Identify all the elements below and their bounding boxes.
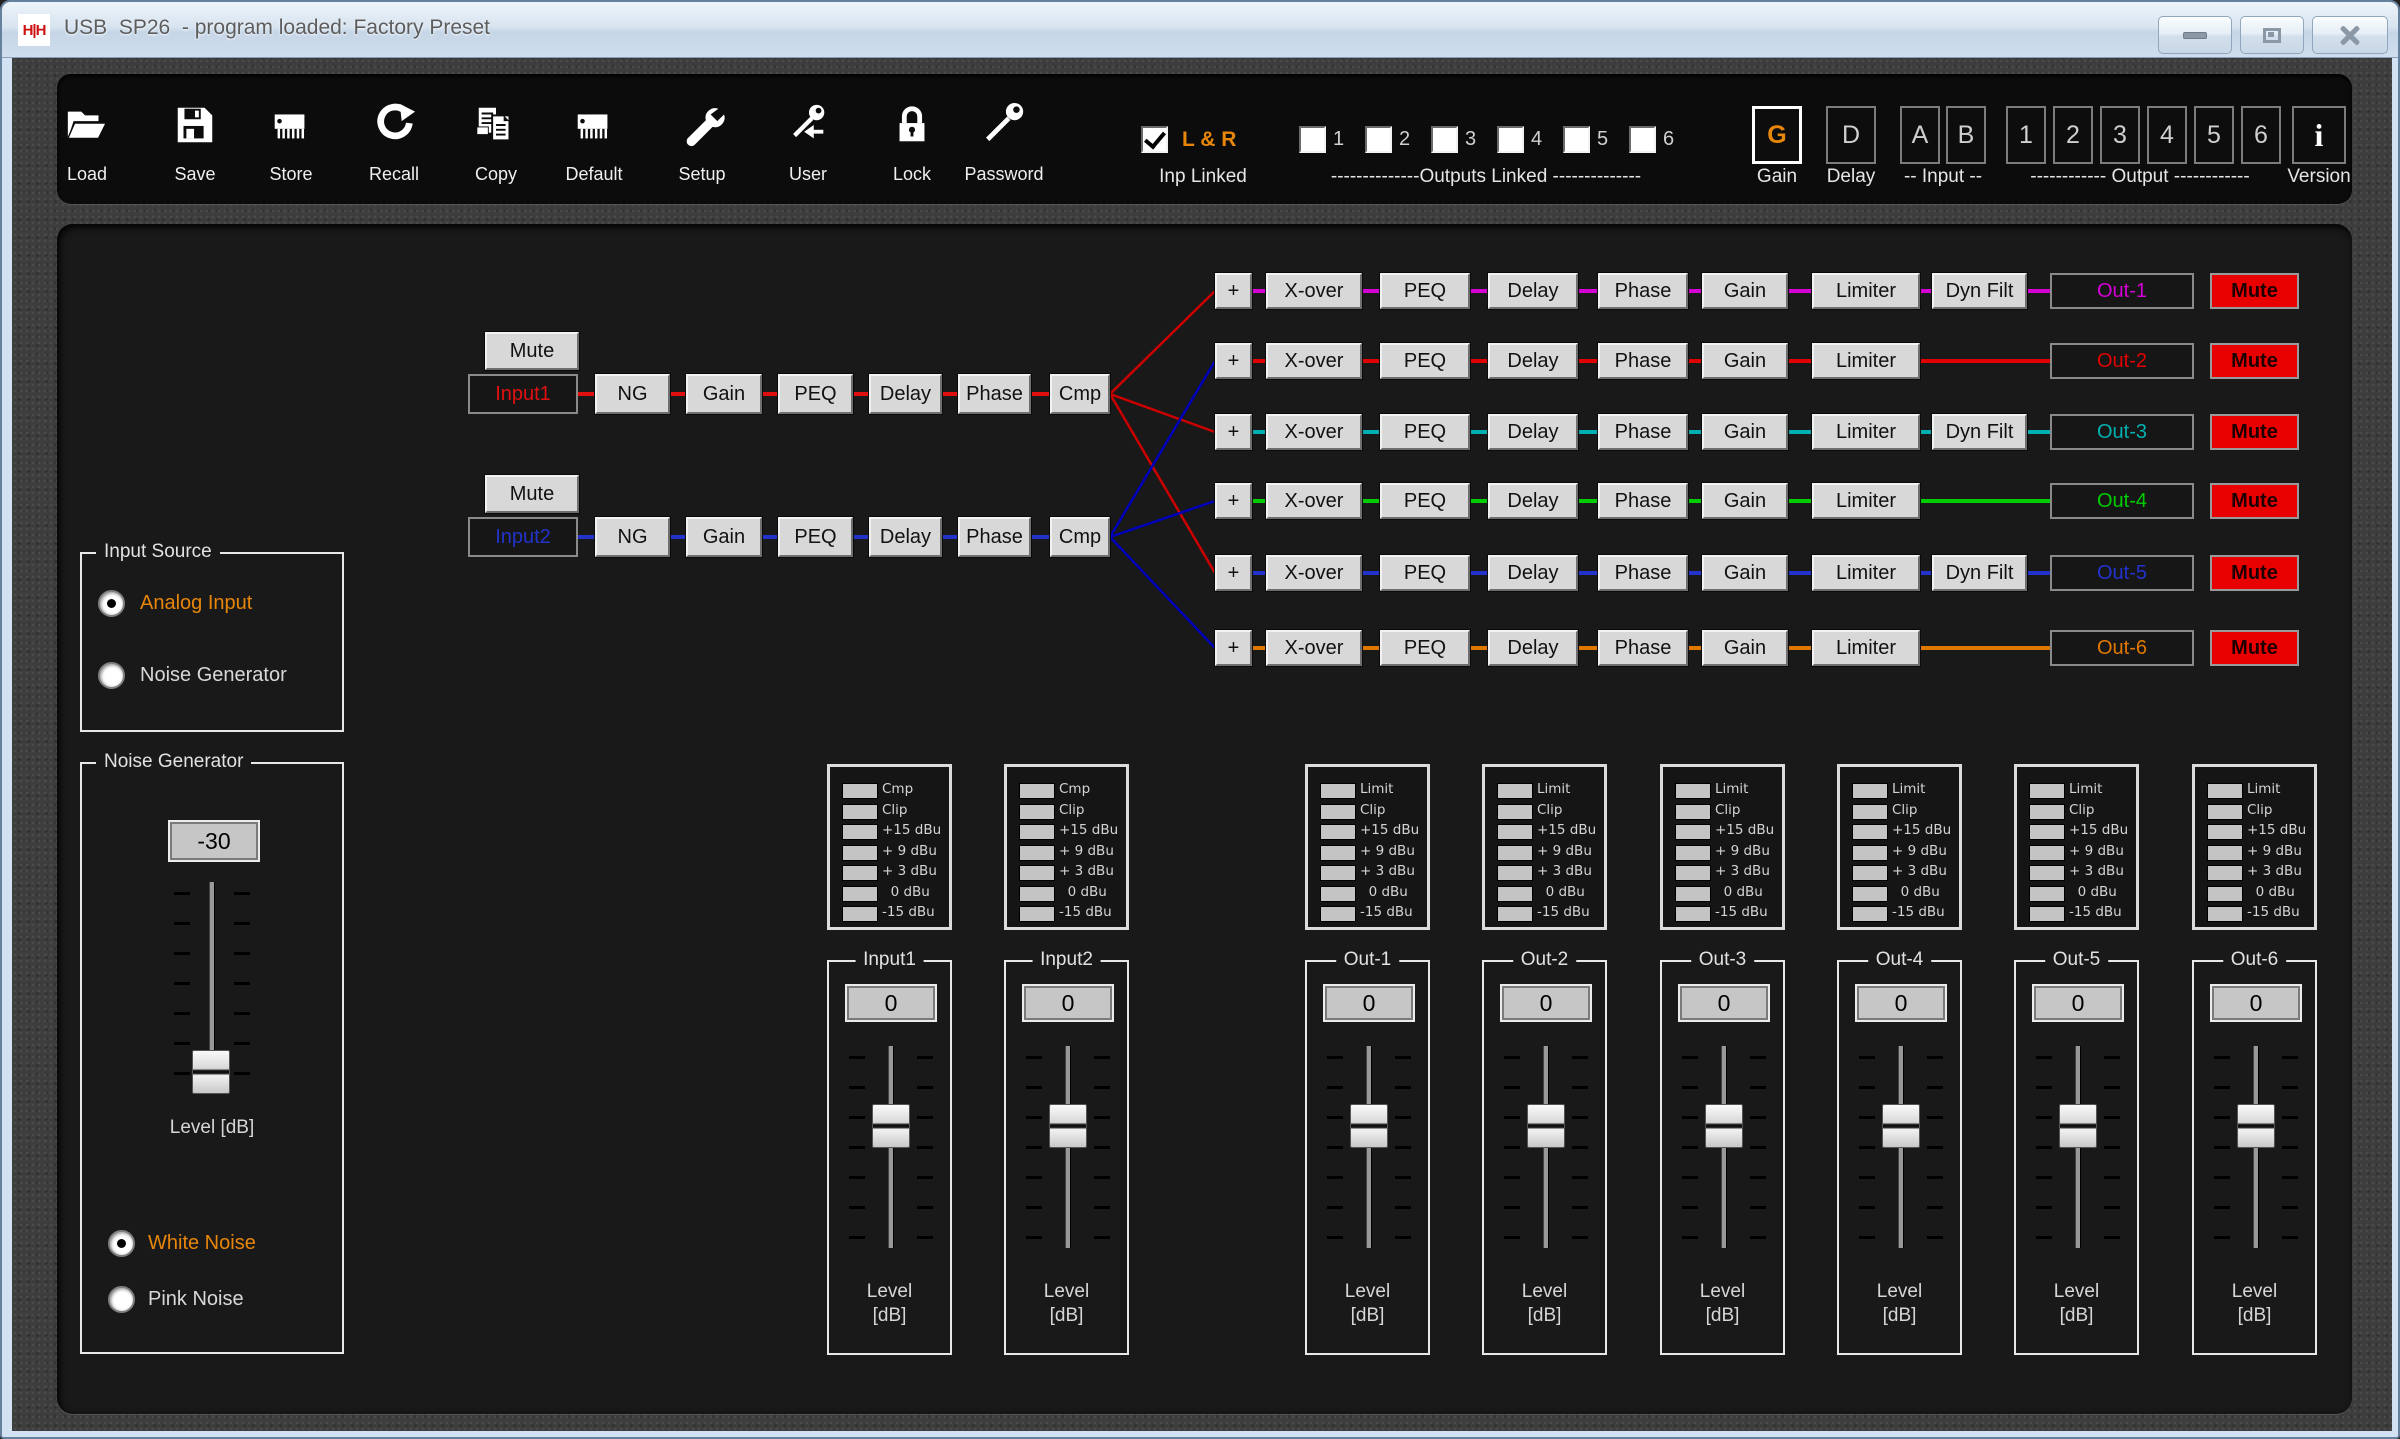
analog-input-radio[interactable] [98, 590, 125, 617]
white-noise-radio[interactable] [108, 1230, 135, 1257]
noise-generator-title: Noise Generator [96, 751, 251, 773]
noise-ticks-right [234, 892, 250, 1076]
noise-level-value[interactable]: -30 [168, 820, 260, 862]
application-window: H|H USB SP26 - program loaded: Factory P… [0, 0, 2400, 1439]
input-source-title: Input Source [96, 541, 220, 563]
left-panels: Input Source Analog Input Noise Generato… [2, 2, 2400, 1439]
noise-level-knob[interactable] [192, 1050, 230, 1094]
noise-generator-radio[interactable] [98, 662, 125, 689]
noise-generator-label: Noise Generator [140, 664, 287, 687]
noise-level-label: Level [dB] [82, 1116, 342, 1140]
pink-noise-radio[interactable] [108, 1286, 135, 1313]
white-noise-label: White Noise [148, 1232, 256, 1255]
pink-noise-label: Pink Noise [148, 1288, 244, 1311]
noise-generator-panel: Noise Generator -30 Level [dB] White Noi… [80, 762, 344, 1354]
noise-ticks-left [174, 892, 190, 1076]
analog-input-label: Analog Input [140, 592, 252, 615]
input-source-panel: Input Source Analog Input Noise Generato… [80, 552, 344, 732]
